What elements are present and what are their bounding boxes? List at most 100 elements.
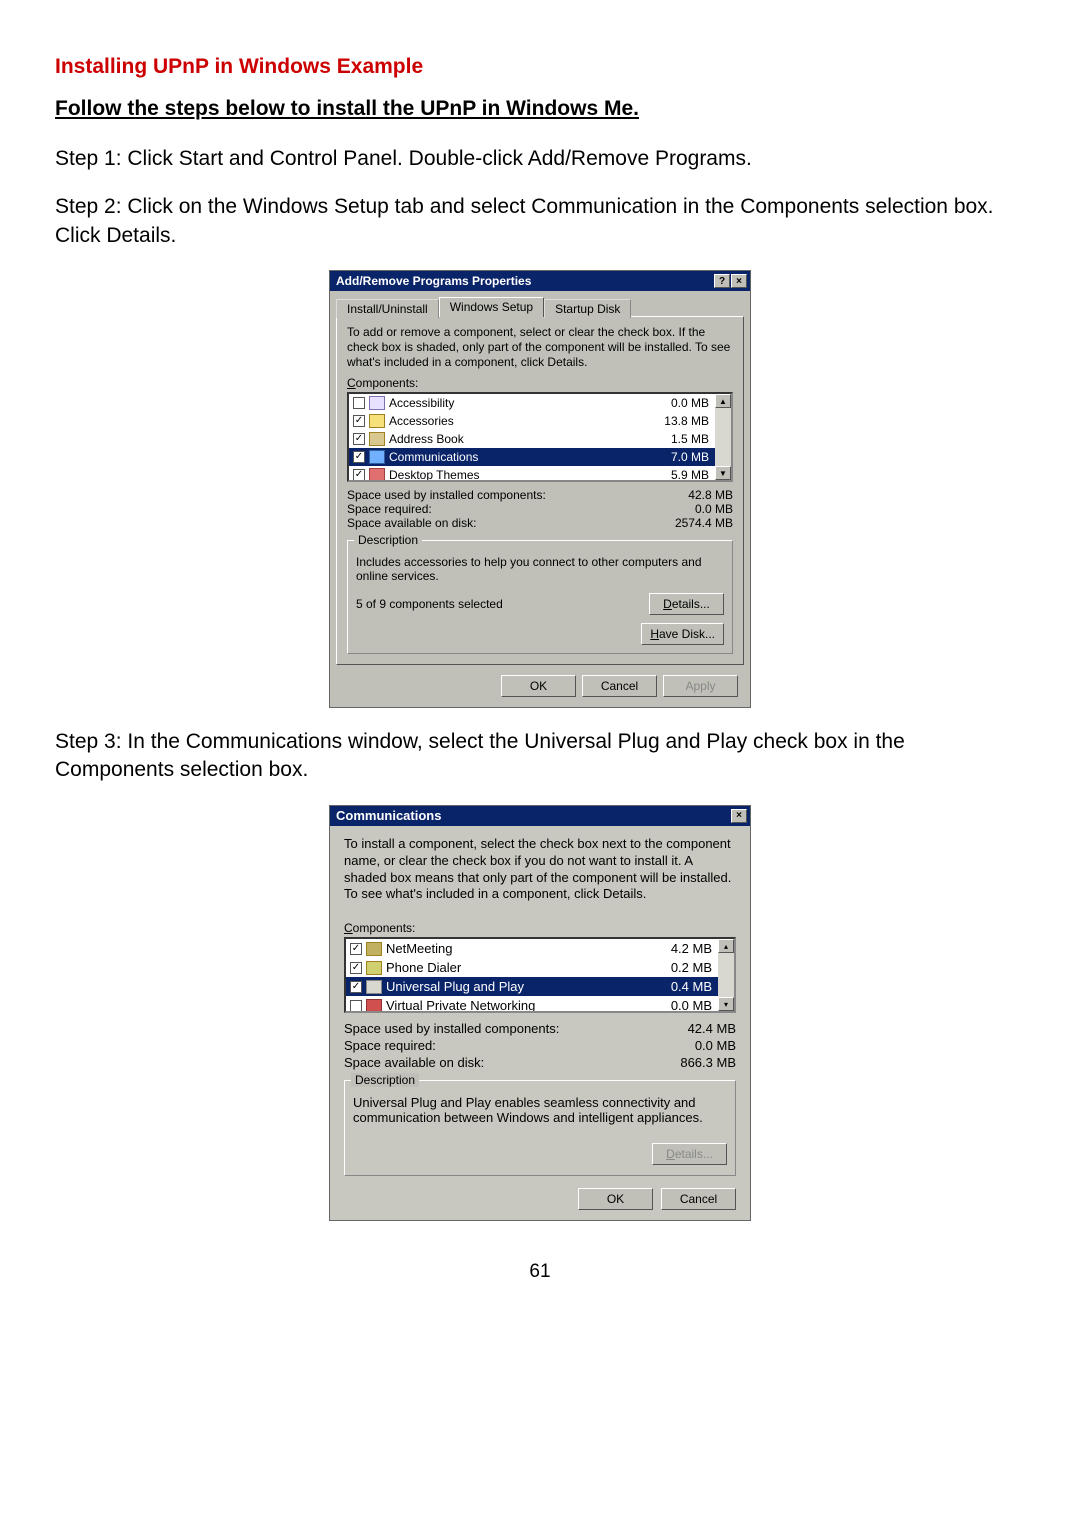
list-item[interactable]: Accessibility 0.0 MB <box>349 394 715 412</box>
step-2: Step 2: Click on the Windows Setup tab a… <box>55 193 1025 250</box>
checkbox[interactable] <box>350 1000 362 1012</box>
item-size: 0.2 MB <box>671 960 714 975</box>
dialog-title: Communications <box>336 808 441 823</box>
communications-dialog: Communications × To install a component,… <box>329 805 751 1222</box>
step-1: Step 1: Click Start and Control Panel. D… <box>55 145 1025 173</box>
checkbox[interactable] <box>350 962 362 974</box>
description-legend: Description <box>354 533 422 547</box>
checkbox[interactable] <box>353 397 365 409</box>
scroll-track[interactable] <box>718 953 734 997</box>
cancel-button[interactable]: Cancel <box>661 1188 736 1210</box>
step-3: Step 3: In the Communications window, se… <box>55 728 1025 785</box>
checkbox[interactable] <box>353 469 365 480</box>
details-button[interactable]: Details... <box>649 593 724 615</box>
item-name: Desktop Themes <box>389 468 671 480</box>
description-text: Includes accessories to help you connect… <box>356 555 724 583</box>
tab-startup-disk[interactable]: Startup Disk <box>544 299 631 318</box>
scrollbar[interactable]: ▲ ▼ <box>715 394 731 480</box>
scroll-down-button[interactable]: ▾ <box>718 997 734 1011</box>
accessibility-icon <box>369 396 385 410</box>
close-button[interactable]: × <box>731 809 747 823</box>
scroll-up-button[interactable]: ▴ <box>718 939 734 953</box>
checkbox[interactable] <box>353 433 365 445</box>
item-name: Universal Plug and Play <box>386 979 671 994</box>
folder-icon <box>369 414 385 428</box>
vpn-icon <box>366 999 382 1012</box>
globe-icon <box>369 450 385 464</box>
stat-label: Space available on disk: <box>347 516 476 530</box>
themes-icon <box>369 468 385 480</box>
stat-value: 2574.4 MB <box>675 516 733 530</box>
item-size: 4.2 MB <box>671 941 714 956</box>
checkbox[interactable] <box>350 981 362 993</box>
description-text: Universal Plug and Play enables seamless… <box>353 1095 727 1125</box>
scroll-track[interactable] <box>715 408 731 466</box>
tab-panel: To add or remove a component, select or … <box>336 316 744 665</box>
details-button[interactable]: Details... <box>652 1143 727 1165</box>
item-name: Accessories <box>389 414 664 428</box>
list-item[interactable]: Phone Dialer 0.2 MB <box>346 958 718 977</box>
titlebar[interactable]: Communications × <box>330 806 750 826</box>
item-size: 5.9 MB <box>671 468 711 480</box>
components-label: Components: <box>344 921 736 935</box>
stat-label: Space used by installed components: <box>344 1021 559 1036</box>
checkbox[interactable] <box>353 451 365 463</box>
add-remove-dialog: Add/Remove Programs Properties ? × Insta… <box>329 270 751 708</box>
tab-install-uninstall[interactable]: Install/Uninstall <box>336 299 439 318</box>
ok-button[interactable]: OK <box>501 675 576 697</box>
checkbox[interactable] <box>350 943 362 955</box>
stat-value: 0.0 MB <box>695 502 733 516</box>
ok-button[interactable]: OK <box>578 1188 653 1210</box>
selected-count: 5 of 9 components selected <box>356 597 503 611</box>
page-number: 61 <box>55 1261 1025 1283</box>
help-button[interactable]: ? <box>714 274 730 288</box>
item-size: 7.0 MB <box>671 450 711 464</box>
item-size: 0.4 MB <box>671 979 714 994</box>
space-stats: Space used by installed components:42.8 … <box>347 488 733 530</box>
scrollbar[interactable]: ▴ ▾ <box>718 939 734 1011</box>
list-item[interactable]: Address Book 1.5 MB <box>349 430 715 448</box>
list-item[interactable]: Accessories 13.8 MB <box>349 412 715 430</box>
stat-label: Space required: <box>347 502 432 516</box>
stat-value: 42.4 MB <box>688 1021 736 1036</box>
close-button[interactable]: × <box>731 274 747 288</box>
description-group: Description Includes accessories to help… <box>347 540 733 654</box>
components-listbox[interactable]: NetMeeting 4.2 MB Phone Dialer 0.2 MB Un… <box>344 937 736 1013</box>
apply-button[interactable]: Apply <box>663 675 738 697</box>
list-item[interactable]: Desktop Themes 5.9 MB <box>349 466 715 480</box>
item-name: Phone Dialer <box>386 960 671 975</box>
item-size: 0.0 MB <box>671 998 714 1011</box>
item-name: NetMeeting <box>386 941 671 956</box>
item-size: 13.8 MB <box>664 414 711 428</box>
upnp-icon <box>366 980 382 994</box>
instructions: To install a component, select the check… <box>344 836 736 904</box>
stat-label: Space available on disk: <box>344 1055 484 1070</box>
list-item[interactable]: Virtual Private Networking 0.0 MB <box>346 996 718 1011</box>
have-disk-button[interactable]: Have Disk... <box>641 623 724 645</box>
components-listbox[interactable]: Accessibility 0.0 MB Accessories 13.8 MB… <box>347 392 733 482</box>
list-item[interactable]: NetMeeting 4.2 MB <box>346 939 718 958</box>
netmeeting-icon <box>366 942 382 956</box>
list-item[interactable]: Universal Plug and Play 0.4 MB <box>346 977 718 996</box>
scroll-down-button[interactable]: ▼ <box>715 466 731 480</box>
item-size: 1.5 MB <box>671 432 711 446</box>
titlebar[interactable]: Add/Remove Programs Properties ? × <box>330 271 750 291</box>
section-title: Installing UPnP in Windows Example <box>55 55 1025 79</box>
cancel-button[interactable]: Cancel <box>582 675 657 697</box>
list-item[interactable]: Communications 7.0 MB <box>349 448 715 466</box>
dialog-buttons: OK Cancel <box>330 1180 750 1210</box>
item-name: Accessibility <box>389 396 671 410</box>
stat-label: Space required: <box>344 1038 436 1053</box>
item-name: Virtual Private Networking <box>386 998 671 1011</box>
instructions: To add or remove a component, select or … <box>347 325 733 370</box>
checkbox[interactable] <box>353 415 365 427</box>
stat-label: Space used by installed components: <box>347 488 546 502</box>
dialog-buttons: OK Cancel Apply <box>330 671 750 707</box>
scroll-up-button[interactable]: ▲ <box>715 394 731 408</box>
tab-windows-setup[interactable]: Windows Setup <box>439 297 544 317</box>
description-group: Description Universal Plug and Play enab… <box>344 1080 736 1176</box>
tabs: Install/Uninstall Windows Setup Startup … <box>330 291 750 316</box>
dialog-title: Add/Remove Programs Properties <box>336 274 531 288</box>
subtitle: Follow the steps below to install the UP… <box>55 97 1025 121</box>
item-size: 0.0 MB <box>671 396 711 410</box>
